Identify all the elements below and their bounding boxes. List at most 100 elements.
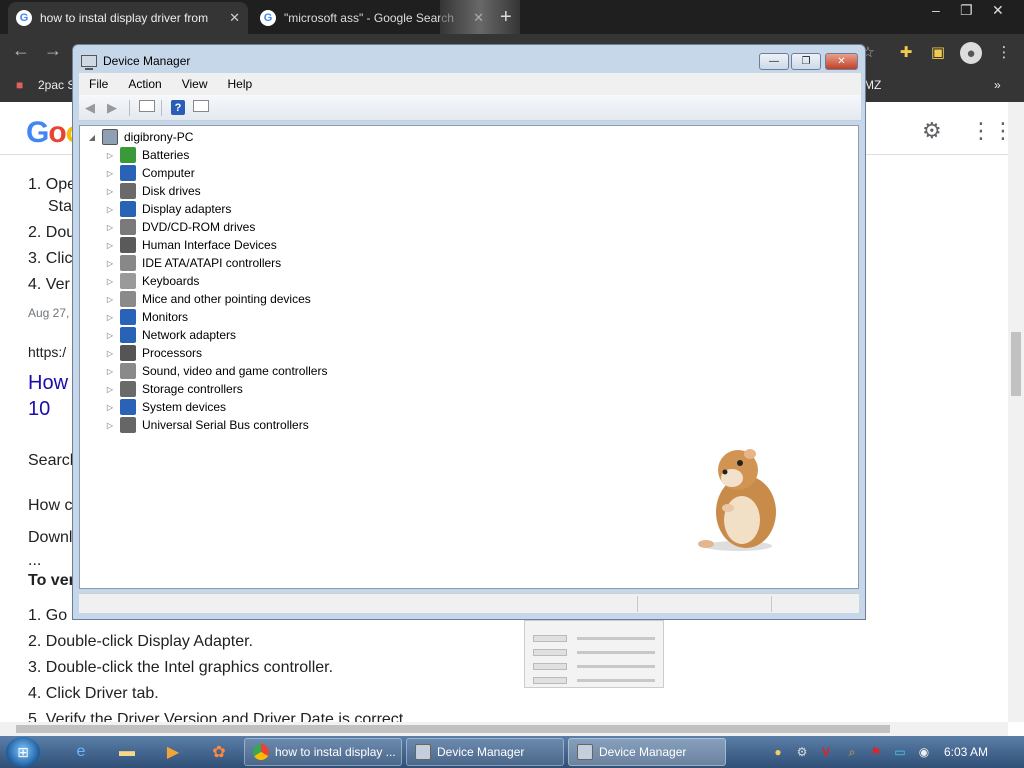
forward-arrow-icon[interactable]: → <box>44 40 62 61</box>
device-category-node[interactable]: ▷ DVD/CD-ROM drives <box>104 218 255 236</box>
expand-icon[interactable]: ▷ <box>104 385 116 394</box>
properties-icon[interactable] <box>193 100 209 112</box>
start-button[interactable]: ⊞ <box>6 737 40 767</box>
device-category-node[interactable]: ▷ Sound, video and game controllers <box>104 362 327 380</box>
puzzle-icon[interactable]: ✚ <box>896 42 916 62</box>
computer-icon <box>102 129 118 145</box>
maximize-button[interactable]: ❐ <box>791 53 821 70</box>
expand-icon[interactable]: ▷ <box>104 151 116 160</box>
tray-flag-icon[interactable]: ⚑ <box>868 744 884 760</box>
tray-search-icon[interactable]: ⌕ <box>844 744 860 760</box>
result-title-link[interactable]: How <box>28 372 68 395</box>
show-hide-console-tree-icon[interactable] <box>139 100 155 112</box>
bookmarks-overflow-icon[interactable]: » <box>994 78 1001 92</box>
device-category-node[interactable]: ▷ Batteries <box>104 146 189 164</box>
device-category-node[interactable]: ▷ Keyboards <box>104 272 199 290</box>
device-category-node[interactable]: ▷ IDE ATA/ATAPI controllers <box>104 254 281 272</box>
tray-volume-icon[interactable]: ◉ <box>916 744 932 760</box>
result-url[interactable]: https:/ <box>28 344 66 360</box>
forward-icon[interactable]: ▶ <box>107 100 117 116</box>
result-step: 1. Go <box>28 607 68 624</box>
expand-icon[interactable]: ▷ <box>104 277 116 286</box>
tray-hamster-icon[interactable]: ● <box>770 744 786 760</box>
tree-root-node[interactable]: ◢ digibrony-PC <box>86 128 193 146</box>
minimize-button[interactable]: — <box>759 53 789 70</box>
device-category-node[interactable]: ▷ Disk drives <box>104 182 201 200</box>
app-launcher-icon[interactable]: ✿ <box>208 741 230 763</box>
profile-icon[interactable]: ● <box>960 42 982 64</box>
expand-icon[interactable]: ▷ <box>104 367 116 376</box>
device-category-label: Monitors <box>142 310 189 324</box>
result-thumbnail-image[interactable] <box>524 620 664 688</box>
new-tab-icon[interactable]: + <box>500 6 512 29</box>
device-category-node[interactable]: ▷ Computer <box>104 164 195 182</box>
expand-icon[interactable]: ▷ <box>104 259 116 268</box>
expand-icon[interactable]: ▷ <box>104 349 116 358</box>
settings-gear-icon[interactable]: ⚙ <box>922 118 942 144</box>
expand-icon[interactable]: ▷ <box>104 313 116 322</box>
bookmark-item[interactable]: MZ <box>864 78 881 92</box>
expand-icon[interactable]: ▷ <box>104 187 116 196</box>
close-button[interactable]: ✕ <box>825 53 858 70</box>
expand-icon[interactable]: ▷ <box>104 205 116 214</box>
kebab-menu-icon[interactable]: ⋮ <box>994 42 1014 62</box>
device-category-node[interactable]: ▷ Monitors <box>104 308 188 326</box>
expand-icon[interactable]: ▷ <box>104 295 116 304</box>
status-bar <box>79 593 859 613</box>
device-category-node[interactable]: ▷ System devices <box>104 398 226 416</box>
device-manager-icon <box>415 744 431 760</box>
extension-square-icon[interactable]: ▣ <box>928 42 948 62</box>
device-category-label: Sound, video and game controllers <box>142 364 328 378</box>
tray-gear-icon[interactable]: ⚙ <box>794 744 810 760</box>
expand-icon[interactable]: ▷ <box>104 169 116 178</box>
taskbar-chrome-button[interactable]: how to instal display ... <box>244 738 402 766</box>
minimize-browser-icon[interactable]: – <box>932 2 940 18</box>
expand-icon[interactable]: ▷ <box>104 421 116 430</box>
file-explorer-icon[interactable]: ▬ <box>116 741 138 763</box>
menu-help[interactable]: Help <box>218 77 263 91</box>
page-vertical-scrollbar[interactable] <box>1008 102 1024 722</box>
taskbar-device-manager-button[interactable]: Device Manager <box>406 738 564 766</box>
menu-action[interactable]: Action <box>118 77 171 91</box>
back-arrow-icon[interactable]: ← <box>12 40 30 61</box>
device-category-icon <box>120 309 136 325</box>
bookmark-item[interactable]: 2pac S <box>38 78 75 92</box>
device-category-node[interactable]: ▷ Display adapters <box>104 200 231 218</box>
menu-file[interactable]: File <box>79 77 118 91</box>
tray-display-icon[interactable]: ▭ <box>892 744 908 760</box>
taskbar-device-manager-button-active[interactable]: Device Manager <box>568 738 726 766</box>
device-category-node[interactable]: ▷ Network adapters <box>104 326 236 344</box>
menu-view[interactable]: View <box>172 77 218 91</box>
device-category-icon <box>120 417 136 433</box>
device-category-label: IDE ATA/ATAPI controllers <box>142 256 282 270</box>
windows-taskbar: ⊞ e ▬ ▶ ✿ how to instal display ... Devi… <box>0 736 1024 768</box>
device-category-icon <box>120 255 136 271</box>
back-icon[interactable]: ◀ <box>85 100 95 116</box>
apps-grid-icon[interactable]: ⋮⋮ <box>970 118 1008 144</box>
restore-browser-icon[interactable]: ❐ <box>960 2 973 19</box>
internet-explorer-icon[interactable]: e <box>70 741 92 763</box>
chrome-icon <box>253 744 269 760</box>
device-category-node[interactable]: ▷ Human Interface Devices <box>104 236 277 254</box>
device-category-node[interactable]: ▷ Mice and other pointing devices <box>104 290 311 308</box>
close-browser-icon[interactable]: ✕ <box>992 2 1004 19</box>
expand-icon[interactable]: ▷ <box>104 241 116 250</box>
device-category-node[interactable]: ▷ Storage controllers <box>104 380 243 398</box>
collapse-icon[interactable]: ◢ <box>86 133 98 142</box>
expand-icon[interactable]: ▷ <box>104 223 116 232</box>
tray-antivirus-icon[interactable]: V <box>818 744 834 760</box>
help-icon[interactable]: ? <box>171 100 185 115</box>
result-title-link[interactable]: 10 <box>28 398 50 421</box>
media-player-icon[interactable]: ▶ <box>162 741 184 763</box>
device-category-label: Processors <box>142 346 203 360</box>
device-category-node[interactable]: ▷ Processors <box>104 344 202 362</box>
page-horizontal-scrollbar[interactable] <box>0 722 1008 736</box>
device-category-icon <box>120 201 136 217</box>
clock: 6:03 AM <box>944 745 989 759</box>
expand-icon[interactable]: ▷ <box>104 403 116 412</box>
result-step: 5. Verify the Driver Version and Driver … <box>28 711 408 722</box>
browser-tab-active[interactable]: G how to instal display driver from ✕ <box>8 2 248 34</box>
close-tab-icon[interactable]: ✕ <box>229 10 240 26</box>
expand-icon[interactable]: ▷ <box>104 331 116 340</box>
device-category-node[interactable]: ▷ Universal Serial Bus controllers <box>104 416 309 434</box>
